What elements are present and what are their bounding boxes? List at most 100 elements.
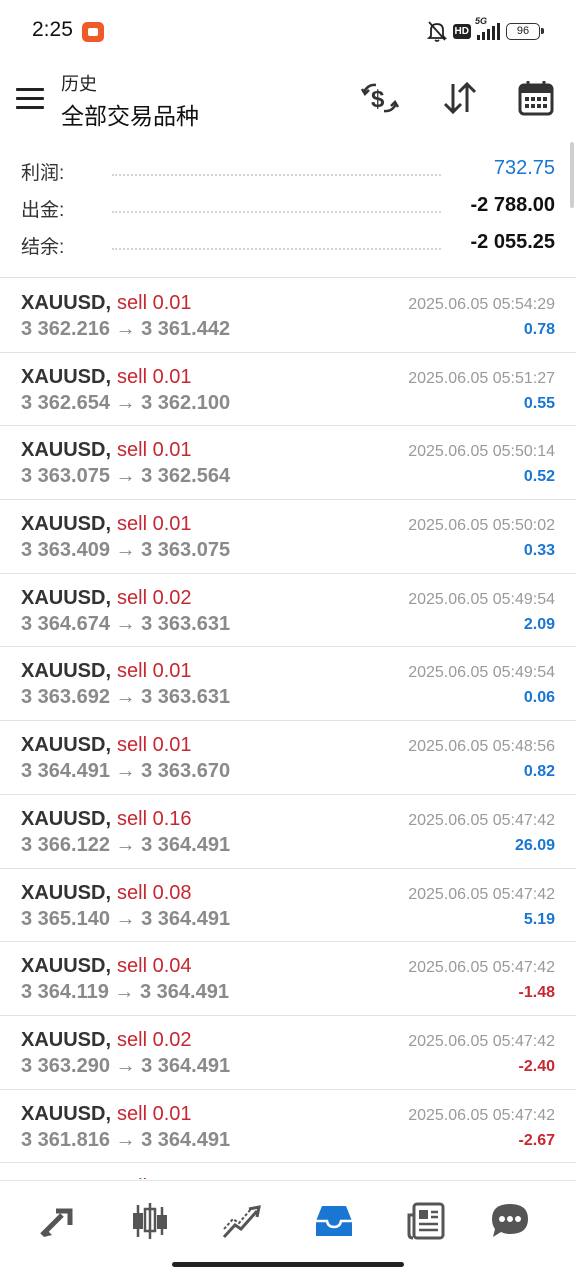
deal-profit: 26.09 xyxy=(514,836,555,854)
deal-symbol: XAUUSD, xyxy=(21,513,112,536)
bottom-nav xyxy=(0,1180,576,1258)
summary-row-balance: 结余: -2 055.25 xyxy=(0,226,576,263)
sort-icon[interactable] xyxy=(440,78,480,118)
deal-time: 2025.06.05 05:51:27 xyxy=(408,369,555,387)
dotted-leader xyxy=(112,174,441,176)
summary-panel: 利润: 732.75 出金: -2 788.00 结余: -2 055.25 xyxy=(0,152,576,263)
status-bar: 2:25 HD 5G 96 xyxy=(0,0,576,64)
deal-time: 2025.06.05 05:50:14 xyxy=(408,443,555,461)
deal-row[interactable]: XAUUSD, sell 0.01 xyxy=(0,1163,576,1179)
deal-time: 2025.06.05 05:47:42 xyxy=(408,1032,555,1050)
status-time: 2:25 xyxy=(32,18,73,41)
deal-time: 2025.06.05 05:47:42 xyxy=(408,885,555,903)
deal-prices: 3 363.692 → 3 363.631 xyxy=(21,686,231,709)
deal-row[interactable]: XAUUSD, sell 0.04 3 364.119 → 3 364.491 202… xyxy=(0,942,576,1016)
trade-line-icon[interactable] xyxy=(220,1199,264,1243)
status-icons: HD 5G 96 xyxy=(426,16,544,42)
deal-profit: 0.06 xyxy=(523,689,555,707)
deal-prices: 3 362.654 → 3 362.100 xyxy=(21,391,231,414)
profit-value: 732.75 xyxy=(493,157,555,179)
deal-side: sell 0.04 xyxy=(117,955,192,978)
deal-time: 2025.06.05 05:50:02 xyxy=(408,517,555,535)
deal-time: 2025.06.05 05:47:42 xyxy=(408,811,555,829)
withdraw-label: 出金: xyxy=(21,200,65,221)
deal-side: sell 0.01 xyxy=(117,734,192,757)
deal-side: sell 0.08 xyxy=(117,881,192,904)
deals-list[interactable]: XAUUSD, sell 0.01 3 362.216 → 3 361.442 202… xyxy=(0,279,576,1179)
deal-symbol: XAUUSD, xyxy=(21,955,112,978)
deal-row[interactable]: XAUUSD, sell 0.01 3 363.075 → 3 362.564 202… xyxy=(0,426,576,501)
menu-icon[interactable] xyxy=(16,88,44,110)
scrollbar[interactable] xyxy=(570,142,574,208)
deal-row[interactable]: XAUUSD, sell 0.01 3 362.654 → 3 362.100 202… xyxy=(0,353,576,427)
deal-prices: 3 366.122 → 3 364.491 xyxy=(21,833,231,856)
deal-symbol: XAUUSD, xyxy=(21,292,112,314)
page-title[interactable]: 全部交易品种 xyxy=(61,97,199,131)
deal-side: sell 0.01 xyxy=(117,365,192,388)
hd-icon: HD xyxy=(452,23,471,39)
profit-label: 利润: xyxy=(21,163,65,184)
bell-off-icon xyxy=(426,20,447,42)
news-icon[interactable] xyxy=(404,1199,448,1243)
svg-text:$: $ xyxy=(371,86,385,113)
home-indicator xyxy=(172,1262,404,1267)
deal-row[interactable]: XAUUSD, sell 0.01 3 363.409 → 3 363.075 202… xyxy=(0,500,576,574)
deal-prices: 3 364.119 → 3 364.491 xyxy=(21,981,229,1004)
deal-row[interactable]: XAUUSD, sell 0.01 3 361.816 → 3 364.491 202… xyxy=(0,1090,576,1164)
deal-side: sell 0.01 xyxy=(117,439,192,462)
deal-symbol: XAUUSD, xyxy=(21,1102,112,1125)
deal-prices: 3 365.140 → 3 364.491 xyxy=(21,907,231,930)
quotes-arrows-icon[interactable] xyxy=(36,1199,80,1243)
chat-icon[interactable] xyxy=(488,1199,532,1243)
deal-time: 2025.06.05 05:47:42 xyxy=(408,1106,555,1124)
deal-time: 2025.06.05 05:47:42 xyxy=(408,959,555,977)
chart-candles-icon[interactable] xyxy=(128,1199,172,1243)
deal-row[interactable]: XAUUSD, sell 0.02 3 363.290 → 3 364.491 202… xyxy=(0,1016,576,1090)
deal-row[interactable]: XAUUSD, sell 0.08 3 365.140 → 3 364.491 202… xyxy=(0,869,576,943)
dotted-leader xyxy=(112,211,441,213)
deal-row[interactable]: XAUUSD, sell 0.01 3 364.491 → 3 363.670 202… xyxy=(0,721,576,795)
deal-side: sell 0.01 xyxy=(117,1102,192,1125)
deal-profit: 5.19 xyxy=(523,910,555,928)
deal-side: sell 0.16 xyxy=(117,807,192,830)
signal-icon: 5G xyxy=(475,16,500,40)
deal-prices: 3 364.491 → 3 363.670 xyxy=(21,760,231,783)
deal-symbol: XAUUSD, xyxy=(21,734,112,757)
deal-profit: -1.48 xyxy=(518,984,555,1002)
dollar-exchange-icon[interactable]: $ xyxy=(360,78,400,118)
deal-profit: 0.55 xyxy=(523,394,555,412)
deal-profit: 0.78 xyxy=(523,321,555,338)
deal-profit: 0.33 xyxy=(523,542,555,560)
deal-symbol: XAUUSD, xyxy=(21,807,112,830)
battery-icon: 96 xyxy=(506,22,544,40)
deal-symbol: XAUUSD, xyxy=(21,881,112,904)
deal-symbol: XAUUSD, xyxy=(21,1028,112,1051)
screen-record-icon xyxy=(82,22,104,42)
deal-row[interactable]: XAUUSD, sell 0.01 3 363.692 → 3 363.631 202… xyxy=(0,647,576,722)
deal-prices: 3 363.290 → 3 364.491 xyxy=(21,1054,231,1077)
deal-side: sell 0.01 xyxy=(117,660,192,683)
deal-symbol: XAUUSD, xyxy=(21,1176,111,1179)
deal-symbol: XAUUSD, xyxy=(21,586,112,609)
deal-time: 2025.06.05 05:49:54 xyxy=(408,664,555,682)
deal-row[interactable]: XAUUSD, sell 0.02 3 364.674 → 3 363.631 202… xyxy=(0,574,576,648)
deal-side: sell 0.01 xyxy=(117,513,192,536)
deal-prices: 3 364.674 → 3 363.631 xyxy=(21,612,231,635)
deal-row[interactable]: XAUUSD, sell 0.01 3 362.216 → 3 361.442 202… xyxy=(0,279,576,353)
deal-profit: -2.40 xyxy=(518,1057,555,1075)
deal-prices: 3 363.075 → 3 362.564 xyxy=(21,465,231,488)
deal-prices: 3 363.409 → 3 363.075 xyxy=(21,539,231,562)
network-label: 5G xyxy=(475,16,488,26)
calendar-icon[interactable] xyxy=(516,78,556,118)
balance-value: -2 055.25 xyxy=(470,231,555,253)
deal-time: 2025.06.05 05:54:29 xyxy=(408,296,555,313)
deal-row[interactable]: XAUUSD, sell 0.16 3 366.122 → 3 364.491 202… xyxy=(0,795,576,869)
deal-symbol: XAUUSD, xyxy=(21,365,112,388)
deal-profit: 2.09 xyxy=(523,615,555,633)
deal-prices: 3 362.216 → 3 361.442 xyxy=(21,318,231,340)
withdraw-value: -2 788.00 xyxy=(470,194,555,216)
deal-profit: 0.52 xyxy=(523,468,555,486)
page-subtitle: 历史 xyxy=(61,74,97,94)
summary-row-profit: 利润: 732.75 xyxy=(0,152,576,189)
history-inbox-icon[interactable] xyxy=(312,1199,356,1243)
